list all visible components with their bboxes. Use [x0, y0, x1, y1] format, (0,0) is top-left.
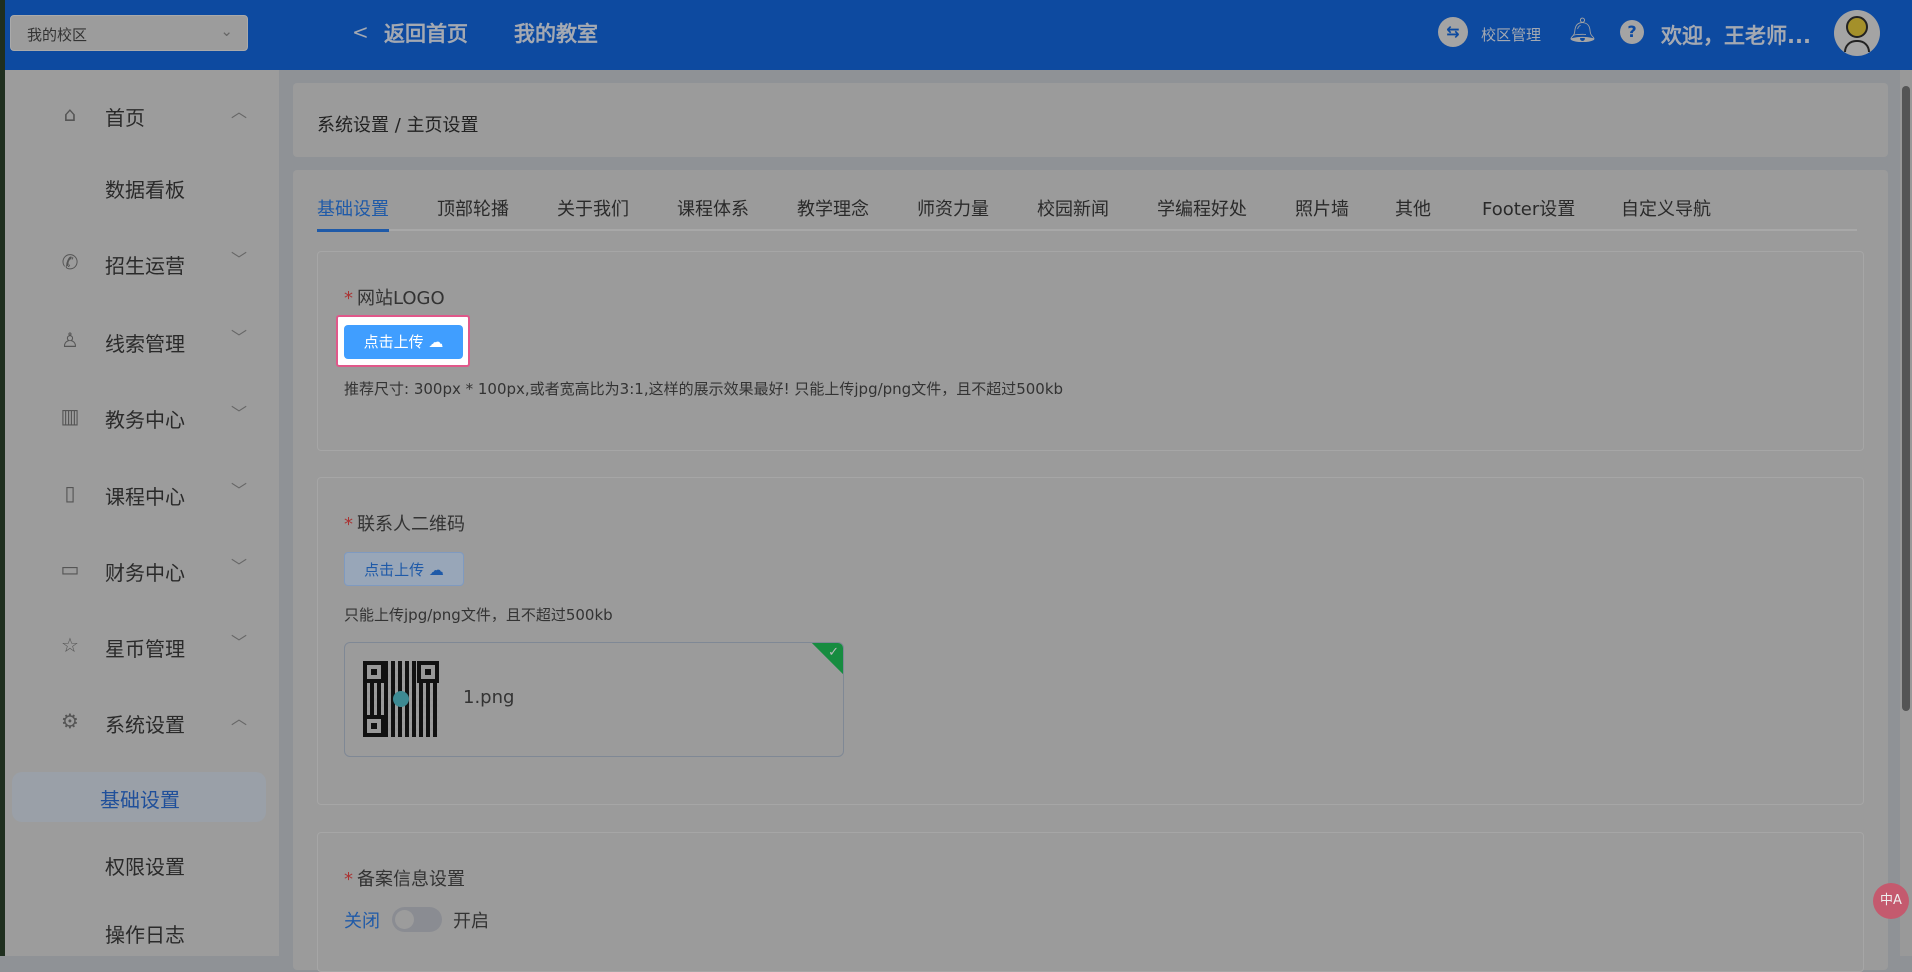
welcome-user[interactable]: 欢迎，王老师... [1661, 20, 1811, 50]
sidebar-item-label: 权限设置 [105, 855, 185, 879]
sidebar-item[interactable]: 数据看板 [5, 162, 279, 212]
notebook-icon: ▯ [64, 481, 76, 505]
cloud-upload-icon: ☁ [428, 333, 444, 351]
sidebar-item-label: 系统设置 [105, 713, 185, 737]
sidebar-item[interactable]: ⚙ 系统设置 ︿ [5, 697, 279, 747]
sidebar-item[interactable]: ▯ 课程中心 ﹀ [5, 469, 279, 519]
breadcrumb: 系统设置 / 主页设置 [293, 83, 1888, 157]
cloud-upload-icon: ☁ [428, 561, 444, 579]
icp-label: * 备案信息设置 [344, 869, 465, 890]
back-home-link[interactable]: 返回首页 [384, 18, 468, 48]
tab[interactable]: Footer设置 [1482, 195, 1575, 229]
bell-icon[interactable]: 🔔︎ [1567, 16, 1597, 44]
icp-toggle[interactable] [392, 907, 442, 932]
tab[interactable]: 课程体系 [677, 195, 749, 229]
tab[interactable]: 照片墙 [1295, 195, 1349, 229]
sidebar-item-label: 基础设置 [100, 788, 180, 812]
sidebar-item[interactable]: ✆ 招生运营 ﹀ [5, 238, 279, 288]
icp-section: * 备案信息设置 关闭 开启 [317, 832, 1864, 972]
chevron-down-icon: ﹀ [231, 328, 248, 347]
gear-icon: ⚙ [61, 709, 79, 733]
avatar[interactable] [1834, 10, 1880, 56]
sidebar-item-label: 财务中心 [105, 561, 185, 585]
switch-icon[interactable]: ⇆ [1438, 17, 1468, 47]
uploaded-file-item[interactable]: 1.png ✓ [344, 642, 844, 757]
sidebar-item[interactable]: 操作日志 [5, 907, 279, 957]
highlight-box: 点击上传 ☁ [336, 315, 470, 367]
sidebar-item-label: 操作日志 [105, 923, 185, 947]
chevron-down-icon: ﹀ [231, 250, 248, 269]
card-icon: ▭ [60, 557, 80, 581]
sidebar-item-label: 首页 [105, 106, 145, 130]
sidebar-item-label: 课程中心 [105, 485, 185, 509]
campus-select[interactable]: 我的校区 ⌄ [10, 15, 248, 51]
tab-bar: 基础设置 顶部轮播 关于我们 课程体系 教学理念 师资力量 校园新闻 学编程好处 照片墙 其他 Fo… [317, 195, 1857, 232]
tab[interactable]: 基础设置 [317, 195, 389, 232]
campus-manage-link[interactable]: 校区管理 [1481, 24, 1541, 45]
sidebar-item-label: 招生运营 [105, 254, 185, 278]
qr-label: * 联系人二维码 [344, 514, 465, 535]
tab[interactable]: 自定义导航 [1621, 195, 1711, 229]
toggle-off-label[interactable]: 关闭 [344, 907, 380, 933]
check-icon: ✓ [828, 645, 839, 660]
sidebar-item-label: 数据看板 [105, 178, 185, 202]
my-classroom-link[interactable]: 我的教室 [514, 18, 598, 48]
logo-label: * 网站LOGO [344, 288, 445, 309]
phone-icon: ✆ [61, 250, 79, 274]
chevron-up-icon: ︿ [231, 102, 248, 121]
scrollbar-thumb[interactable] [1902, 86, 1910, 711]
tab[interactable]: 校园新闻 [1037, 195, 1109, 229]
sidebar-item-label: 星币管理 [105, 637, 185, 661]
logo-upload-button[interactable]: 点击上传 ☁ [344, 325, 463, 359]
translate-button[interactable]: 中A [1873, 883, 1909, 919]
sidebar-item[interactable]: ⌂ 首页 ︿ [5, 90, 279, 140]
logo-section: * 网站LOGO 推荐尺寸: 300px * 100px,或者宽高比为3:1,这样… [317, 251, 1864, 451]
tab[interactable]: 师资力量 [917, 195, 989, 229]
file-name: 1.png [463, 687, 515, 708]
sidebar-item-label: 线索管理 [105, 332, 185, 356]
tab[interactable]: 关于我们 [557, 195, 629, 229]
qr-upload-button[interactable]: 点击上传 ☁ [344, 552, 464, 586]
sidebar-item[interactable]: 基础设置 [12, 772, 266, 822]
building-icon: ▥ [60, 404, 80, 428]
sidebar-item[interactable]: ▥ 教务中心 ﹀ [5, 392, 279, 442]
sidebar-item[interactable]: ▭ 财务中心 ﹀ [5, 545, 279, 595]
qr-code-thumbnail [363, 661, 439, 737]
sidebar-item-label: 教务中心 [105, 408, 185, 432]
chevron-left-icon[interactable]: < [352, 20, 369, 44]
chevron-down-icon: ﹀ [231, 481, 248, 500]
chevron-down-icon: ﹀ [231, 404, 248, 423]
chevron-down-icon: ﹀ [231, 557, 248, 576]
sidebar-item[interactable]: 权限设置 [5, 839, 279, 889]
help-icon[interactable]: ? [1620, 20, 1644, 44]
qr-section: * 联系人二维码 点击上传 ☁ 只能上传jpg/png文件，且不超过500kb 1… [317, 477, 1864, 805]
toggle-on-label[interactable]: 开启 [453, 907, 489, 933]
campus-select-value: 我的校区 [27, 26, 88, 44]
chevron-down-icon: ⌄ [220, 22, 233, 40]
tab[interactable]: 其他 [1395, 195, 1431, 229]
user-icon: ♙ [61, 328, 79, 352]
chevron-up-icon: ︿ [231, 709, 248, 728]
home-icon: ⌂ [63, 102, 77, 126]
chevron-down-icon: ﹀ [231, 633, 248, 652]
sidebar-item[interactable]: ☆ 星币管理 ﹀ [5, 621, 279, 671]
tab[interactable]: 教学理念 [797, 195, 869, 229]
tab[interactable]: 学编程好处 [1157, 195, 1247, 229]
sidebar-item[interactable]: ♙ 线索管理 ﹀ [5, 316, 279, 366]
star-icon: ☆ [61, 633, 79, 657]
tab[interactable]: 顶部轮播 [437, 195, 509, 229]
logo-hint: 推荐尺寸: 300px * 100px,或者宽高比为3:1,这样的展示效果最好!… [344, 380, 1064, 398]
qr-hint: 只能上传jpg/png文件，且不超过500kb [344, 606, 613, 624]
